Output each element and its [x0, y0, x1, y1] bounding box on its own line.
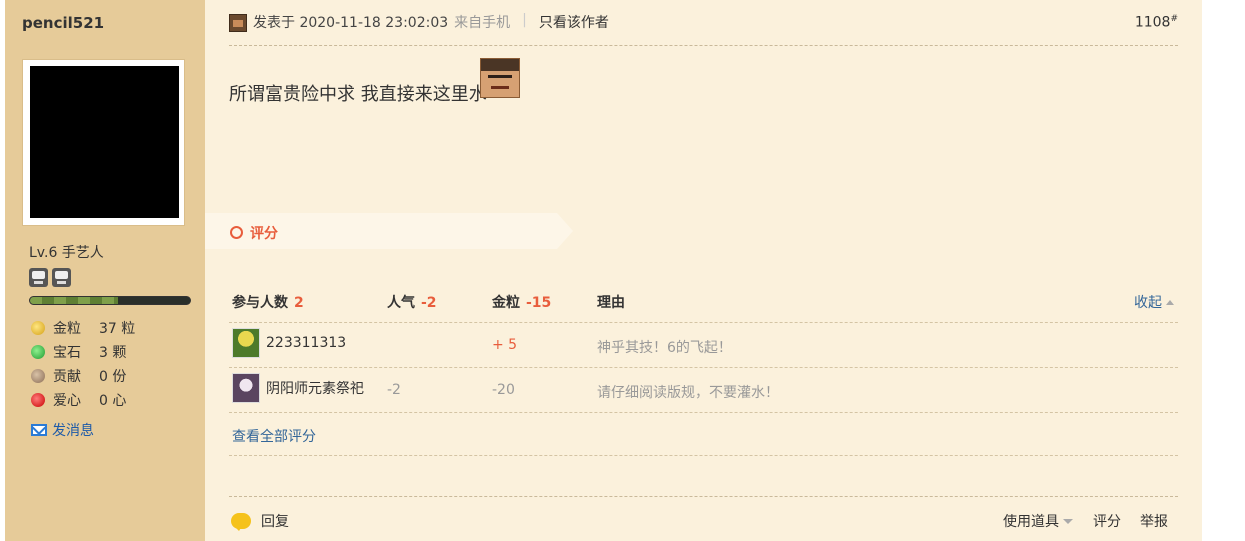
minecraft-block-icon [229, 14, 247, 32]
helmet-icon [29, 268, 48, 287]
rater-name[interactable]: 223311313 [266, 335, 346, 351]
send-message-link[interactable]: 发消息 [31, 420, 94, 440]
view-author-only-link[interactable]: 只看该作者 [539, 12, 609, 32]
reason-text: 请仔细阅读版规，不要灌水！ [597, 385, 779, 401]
stat-value: 3 颗 [99, 345, 127, 361]
reason-text: 神乎其技！6的飞起！ [597, 340, 732, 356]
author-sidebar: pencil521 Lv.6 手艺人 金粒 37 粒 宝石 3 颗 贡献 0 份… [5, 0, 205, 541]
post-main: 发表于 2020-11-18 23:02:03 来自手机 | 只看该作者 110… [205, 0, 1202, 541]
gold-value: + 5 [492, 337, 518, 353]
avatar[interactable] [232, 328, 260, 358]
popularity-total: -2 [421, 295, 437, 311]
post-header: 发表于 2020-11-18 23:02:03 来自手机 | 只看该作者 110… [229, 12, 1178, 46]
reply-label: 回复 [261, 514, 289, 530]
rater-name[interactable]: 阴阳师元素祭祀 [266, 378, 364, 398]
rate-button[interactable]: 评分 [1093, 511, 1121, 531]
rater-user[interactable]: 阴阳师元素祭祀 [232, 373, 364, 403]
heart-icon [31, 393, 45, 407]
stat-label: 宝石 [53, 345, 81, 361]
user-level: Lv.6 手艺人 [29, 245, 104, 261]
author-username[interactable]: pencil521 [22, 14, 104, 32]
divider [229, 455, 1178, 456]
rating-table: 参与人数 2 人气 -2 金粒 -15 理由 收起 223311313 + 5 神乎其… [229, 283, 1178, 456]
mail-icon [31, 424, 47, 436]
avatar-image [30, 66, 179, 218]
participants-count: 2 [294, 295, 304, 311]
rating-table-header: 参与人数 2 人气 -2 金粒 -15 理由 收起 [229, 283, 1178, 323]
experience-bar-fill [30, 297, 118, 304]
popularity-header: 人气 -2 [387, 295, 437, 311]
stat-value: 0 心 [99, 393, 127, 409]
steve-face-emoji-icon [480, 58, 520, 98]
posted-time: 发表于 2020-11-18 23:02:03 [253, 15, 449, 31]
from-mobile: 来自手机 [454, 15, 511, 31]
view-all-ratings-link[interactable]: 查看全部评分 [232, 426, 316, 446]
table-row: 223311313 + 5 神乎其技！6的飞起！ [229, 323, 1178, 368]
collapse-button[interactable]: 收起 [1134, 292, 1174, 312]
stat-love: 爱心 0 心 [31, 388, 135, 412]
send-message-label: 发消息 [52, 423, 94, 439]
circle-icon [230, 226, 243, 239]
floor-number[interactable]: 1108# [1135, 14, 1178, 31]
gold-icon [31, 321, 45, 335]
gem-icon [31, 345, 45, 359]
gold-total: -15 [526, 295, 552, 311]
separator: | [522, 12, 527, 28]
avatar[interactable] [22, 59, 185, 226]
stat-contribution: 贡献 0 份 [31, 364, 135, 388]
stat-gem: 宝石 3 颗 [31, 340, 135, 364]
contribution-icon [31, 369, 45, 383]
user-stats: 金粒 37 粒 宝石 3 颗 贡献 0 份 爱心 0 心 [31, 316, 135, 412]
floor-sup: # [1170, 14, 1178, 24]
reply-button[interactable]: 回复 [231, 511, 289, 531]
rating-banner-label: 评分 [250, 226, 278, 242]
participants-header: 参与人数 2 [232, 295, 304, 311]
rating-banner: 评分 [205, 213, 573, 249]
table-row: 阴阳师元素祭祀 -2 -20 请仔细阅读版规，不要灌水！ [229, 368, 1178, 413]
report-button[interactable]: 举报 [1140, 511, 1168, 531]
gold-header: 金粒 -15 [492, 295, 552, 311]
stat-value: 0 份 [99, 369, 127, 385]
speech-bubble-icon [231, 513, 251, 531]
helmet-icon [52, 268, 71, 287]
popularity-value: -2 [387, 382, 401, 398]
stat-label: 贡献 [53, 369, 81, 385]
stat-label: 金粒 [53, 321, 81, 337]
medal-badges [29, 268, 71, 287]
post-content: 所谓富贵险中求 我直接来这里水 [229, 84, 487, 105]
stat-gold: 金粒 37 粒 [31, 316, 135, 340]
post-footer: 回复 使用道具 评分 举报 [229, 496, 1178, 541]
stat-value: 37 粒 [99, 321, 136, 337]
experience-bar [29, 296, 191, 305]
rater-user[interactable]: 223311313 [232, 328, 346, 358]
reason-header: 理由 [597, 295, 625, 311]
stat-label: 爱心 [53, 393, 81, 409]
use-item-dropdown[interactable]: 使用道具 [1003, 511, 1073, 531]
gold-value: -20 [492, 382, 515, 398]
avatar[interactable] [232, 373, 260, 403]
floor-number-text: 1108 [1134, 14, 1171, 31]
